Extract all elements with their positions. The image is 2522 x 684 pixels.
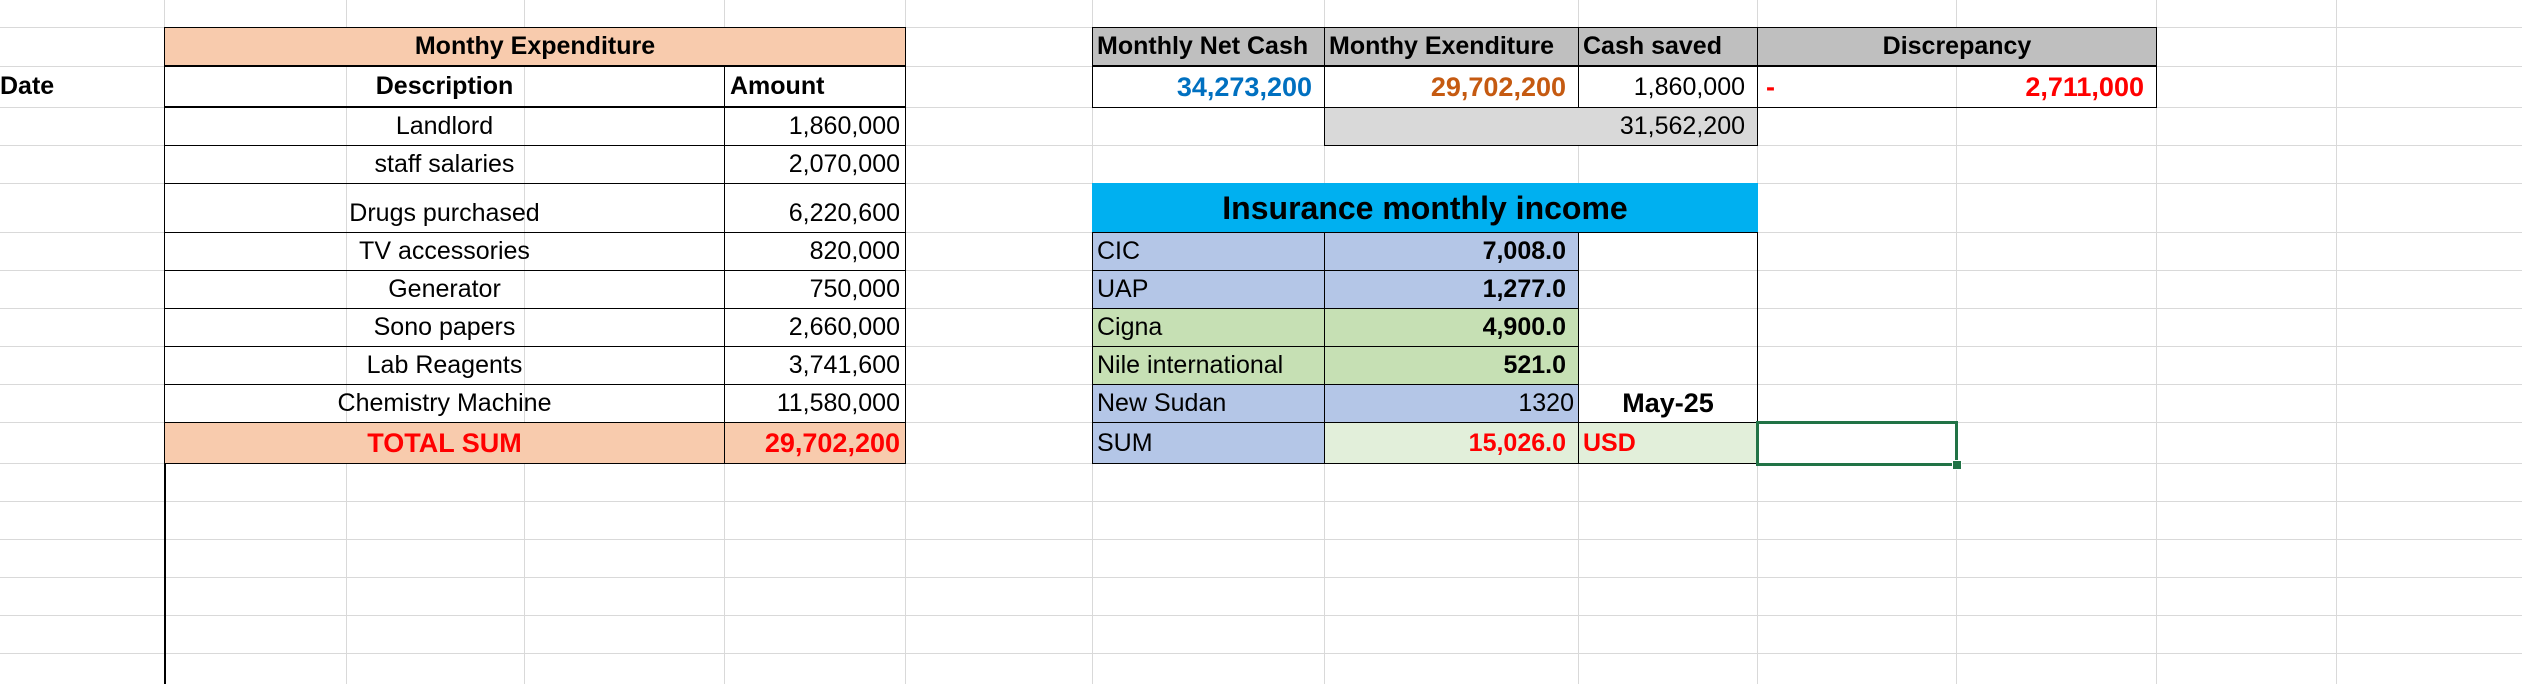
expenditure-header[interactable]: Monthy Exenditure: [1324, 27, 1579, 66]
expense-description[interactable]: Drugs purchased: [164, 183, 725, 233]
expense-description[interactable]: staff salaries: [164, 145, 725, 184]
expenditure-title[interactable]: Monthy Expenditure: [164, 27, 906, 66]
net-cash-header[interactable]: Monthly Net Cash: [1092, 27, 1325, 66]
insurance-sum-currency[interactable]: USD: [1578, 422, 1758, 464]
insurance-sum-amount[interactable]: 15,026.0: [1324, 422, 1579, 464]
column-border: [164, 463, 166, 684]
insurer-amount[interactable]: 1320: [1324, 384, 1579, 423]
description-header[interactable]: Description: [164, 66, 725, 107]
cash-saved-header[interactable]: Cash saved: [1578, 27, 1758, 66]
discrepancy-value: 2,711,000: [2025, 71, 2144, 102]
insurer-name[interactable]: CIC: [1092, 232, 1325, 271]
insurer-amount[interactable]: 4,900.0: [1324, 308, 1579, 347]
expense-amount[interactable]: 750,000: [724, 270, 906, 309]
gridline: [0, 653, 2522, 654]
insurer-name[interactable]: Cigna: [1092, 308, 1325, 347]
insurer-name[interactable]: Nile international: [1092, 346, 1325, 385]
expense-amount[interactable]: 3,741,600: [724, 346, 906, 385]
total-sum-label[interactable]: TOTAL SUM: [164, 422, 725, 464]
discrepancy-sign: -: [1766, 71, 1775, 102]
expense-amount[interactable]: 2,070,000: [724, 145, 906, 184]
month-label[interactable]: May-25: [1578, 384, 1758, 423]
expense-description[interactable]: Sono papers: [164, 308, 725, 347]
expense-description[interactable]: Landlord: [164, 107, 725, 146]
expense-amount[interactable]: 11,580,000: [724, 384, 906, 423]
discrepancy-header[interactable]: Discrepancy: [1757, 27, 2157, 66]
discrepancy-cell[interactable]: - 2,711,000: [1757, 66, 2157, 108]
insurer-name[interactable]: UAP: [1092, 270, 1325, 309]
gridline: [0, 615, 2522, 616]
insurer-name[interactable]: New Sudan: [1092, 384, 1325, 423]
amount-header[interactable]: Amount: [724, 66, 906, 107]
total-sum-amount[interactable]: 29,702,200: [724, 422, 906, 464]
expense-amount[interactable]: 6,220,600: [724, 183, 906, 233]
spreadsheet-grid[interactable]: Monthy Expenditure Date Description Amou…: [0, 0, 2522, 684]
cash-sum-value[interactable]: 31,562,200: [1324, 107, 1758, 146]
expense-amount[interactable]: 2,660,000: [724, 308, 906, 347]
expense-description[interactable]: Generator: [164, 270, 725, 309]
active-cell-selection[interactable]: [1756, 421, 1958, 466]
expense-amount[interactable]: 820,000: [724, 232, 906, 271]
gridline: [0, 539, 2522, 540]
gridline: [2336, 0, 2337, 684]
insurer-amount[interactable]: 7,008.0: [1324, 232, 1579, 271]
insurance-sum-label[interactable]: SUM: [1092, 422, 1325, 464]
expense-description[interactable]: Lab Reagents: [164, 346, 725, 385]
expense-description[interactable]: Chemistry Machine: [164, 384, 725, 423]
expenditure-value[interactable]: 29,702,200: [1324, 66, 1579, 108]
gridline: [0, 501, 2522, 502]
net-cash-value[interactable]: 34,273,200: [1092, 66, 1325, 108]
date-header[interactable]: Date: [0, 66, 164, 107]
cash-saved-value[interactable]: 1,860,000: [1578, 66, 1758, 108]
insurer-amount[interactable]: 521.0: [1324, 346, 1579, 385]
insurer-amount[interactable]: 1,277.0: [1324, 270, 1579, 309]
expense-amount[interactable]: 1,860,000: [724, 107, 906, 146]
expense-description[interactable]: TV accessories: [164, 232, 725, 271]
gridline: [0, 577, 2522, 578]
insurance-title[interactable]: Insurance monthly income: [1092, 183, 1758, 233]
fill-handle[interactable]: [1952, 460, 1962, 470]
